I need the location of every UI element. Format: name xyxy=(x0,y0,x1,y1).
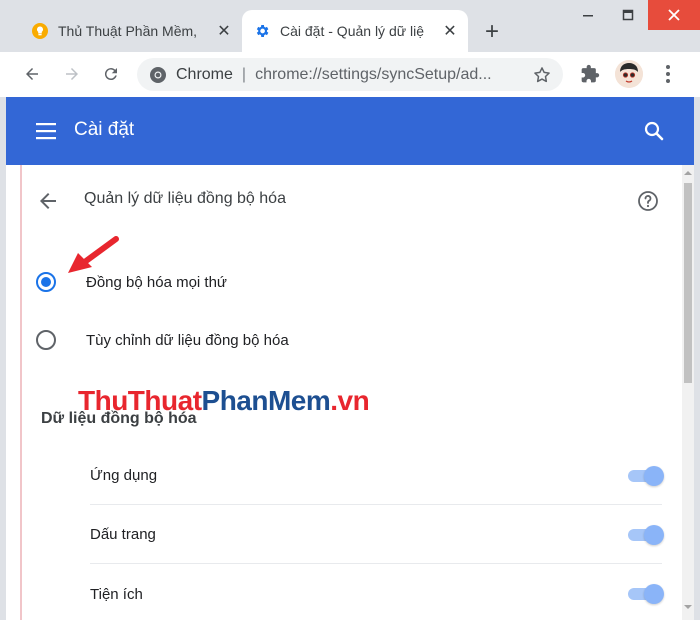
hamburger-menu-icon[interactable] xyxy=(36,121,58,141)
toggle-switch[interactable] xyxy=(626,465,664,486)
red-pointer-arrow-icon xyxy=(64,233,124,277)
address-bar[interactable]: Chrome | chrome://settings/syncSetup/ad.… xyxy=(137,58,563,91)
scroll-up-icon[interactable] xyxy=(684,169,692,177)
back-arrow-icon[interactable] xyxy=(36,189,60,213)
browser-window: Thủ Thuật Phần Mềm, ✕ Cài đặt - Quản lý … xyxy=(0,0,700,620)
extensions-puzzle-icon[interactable] xyxy=(578,62,602,86)
radio-label: Tùy chỉnh dữ liệu đồng bộ hóa xyxy=(86,331,289,349)
new-tab-button[interactable]: + xyxy=(478,18,506,46)
tab-close-icon[interactable]: ✕ xyxy=(440,21,460,41)
vertical-scrollbar[interactable] xyxy=(682,165,694,620)
reload-icon[interactable] xyxy=(97,60,125,88)
tab-strip: Thủ Thuật Phần Mềm, ✕ Cài đặt - Quản lý … xyxy=(0,0,700,52)
url-separator: | xyxy=(241,65,247,83)
sync-item-label: Dấu trang xyxy=(90,526,156,543)
browser-toolbar: Chrome | chrome://settings/syncSetup/ad.… xyxy=(0,52,700,97)
lightbulb-icon xyxy=(32,23,48,39)
tab-settings[interactable]: Cài đặt - Quản lý dữ liệ ✕ xyxy=(242,10,468,52)
toggle-switch[interactable] xyxy=(626,584,664,604)
tab-title: Thủ Thuật Phần Mềm, xyxy=(58,23,198,39)
scroll-down-icon[interactable] xyxy=(684,603,692,611)
tab-title: Cài đặt - Quản lý dữ liệ xyxy=(280,23,424,39)
radio-button-checked[interactable] xyxy=(36,272,56,292)
sync-item-apps: Ứng dụng xyxy=(90,447,664,505)
url-text[interactable]: chrome://settings/syncSetup/ad... xyxy=(255,66,529,84)
maximize-button[interactable] xyxy=(608,0,648,30)
more-vert-icon[interactable] xyxy=(658,62,678,86)
bookmark-star-icon[interactable] xyxy=(529,62,555,88)
gear-icon xyxy=(254,23,270,39)
page-title: Quản lý dữ liệu đồng bộ hóa xyxy=(84,190,286,207)
content-left-border xyxy=(20,165,22,620)
minimize-button[interactable] xyxy=(568,0,608,30)
close-window-button[interactable] xyxy=(648,0,700,30)
sync-item-extensions: Tiện ích xyxy=(90,565,664,620)
radio-button[interactable] xyxy=(36,330,56,350)
sync-item-label: Ứng dụng xyxy=(90,467,158,484)
back-arrow-icon[interactable] xyxy=(18,60,46,88)
profile-avatar[interactable] xyxy=(615,60,643,88)
sync-item-label: Tiện ích xyxy=(90,585,143,603)
settings-title: Cài đặt xyxy=(74,119,135,140)
help-icon[interactable] xyxy=(636,189,660,213)
toggle-switch[interactable] xyxy=(626,524,664,545)
scrollbar-thumb[interactable] xyxy=(684,183,692,383)
settings-header: Cài đặt xyxy=(6,97,694,165)
tab-close-icon[interactable]: ✕ xyxy=(214,21,234,41)
search-icon[interactable] xyxy=(642,119,666,143)
radio-customize-sync[interactable]: Tùy chỉnh dữ liệu đồng bộ hóa xyxy=(36,325,289,355)
url-origin: Chrome xyxy=(176,65,233,83)
sync-item-bookmarks: Dấu trang xyxy=(90,506,664,564)
chrome-icon xyxy=(149,66,167,84)
forward-arrow-icon[interactable] xyxy=(58,60,86,88)
watermark-logo: ThuThuatPhanMem.vn xyxy=(78,385,370,416)
tab-thuthuatphanmem[interactable]: Thủ Thuật Phần Mềm, ✕ xyxy=(20,10,242,52)
